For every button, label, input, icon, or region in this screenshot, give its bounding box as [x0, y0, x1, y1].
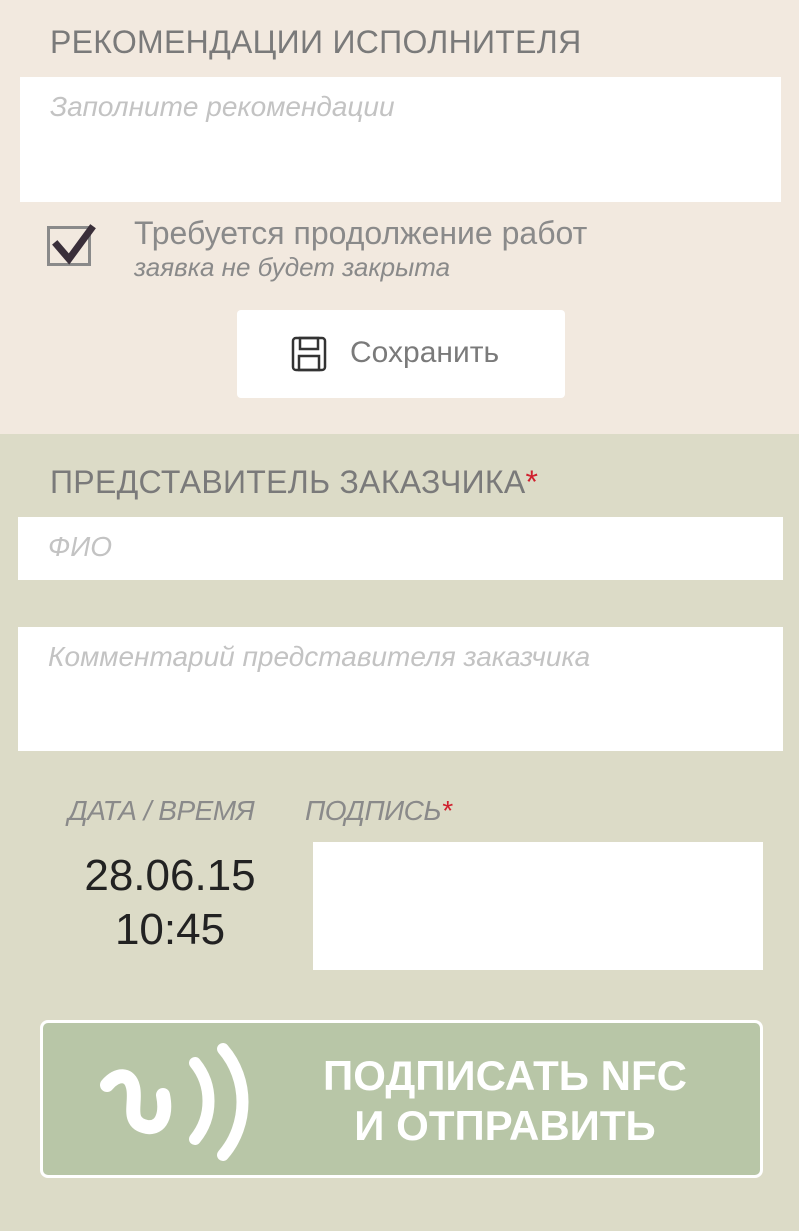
recommendations-field[interactable]: Заполните рекомендации — [20, 77, 781, 202]
continue-work-label: Требуется продолжение работ — [134, 215, 588, 251]
customer-heading-text: ПРЕДСТАВИТЕЛЬ ЗАКАЗЧИКА — [50, 464, 526, 500]
save-button-label: Сохранить — [350, 336, 500, 369]
nfc-icon — [100, 1043, 249, 1161]
nfc-button-line1: ПОДПИСАТЬ NFC — [323, 1052, 687, 1099]
nfc-button-line2: И ОТПРАВИТЬ — [354, 1102, 656, 1149]
datetime-label: ДАТА / ВРЕМЯ — [68, 795, 255, 826]
recommendations-placeholder: Заполните рекомендации — [50, 91, 395, 122]
customer-name-placeholder: ФИО — [48, 531, 113, 562]
customer-comment-placeholder: Комментарий представителя заказчика — [48, 641, 591, 672]
save-button[interactable]: Сохранить — [237, 310, 565, 398]
checkmark-icon — [52, 224, 96, 265]
time-value: 10:45 — [114, 905, 226, 954]
continue-work-sublabel: заявка не будет закрыта — [134, 252, 451, 282]
continue-work-checkbox[interactable] — [47, 224, 96, 266]
signature-label: ПОДПИСЬ* — [305, 795, 452, 827]
sign-nfc-send-button[interactable]: ПОДПИСАТЬ NFC И ОТПРАВИТЬ — [40, 1020, 763, 1178]
date-value: 28.06.15 — [84, 851, 256, 900]
floppy-disk-icon — [291, 336, 327, 372]
executor-section: РЕКОМЕНДАЦИИ ИСПОЛНИТЕЛЯ Заполните реком… — [0, 0, 799, 434]
signature-label-text: ПОДПИСЬ — [305, 795, 442, 826]
executor-heading: РЕКОМЕНДАЦИИ ИСПОЛНИТЕЛЯ — [50, 24, 582, 60]
customer-name-field[interactable]: ФИО — [18, 517, 783, 580]
nfc-button-label: ПОДПИСАТЬ NFC И ОТПРАВИТЬ — [305, 1051, 705, 1151]
signature-required-mark: * — [441, 795, 452, 826]
required-mark: * — [525, 464, 539, 500]
customer-comment-field[interactable]: Комментарий представителя заказчика — [18, 627, 783, 751]
signature-pad[interactable] — [313, 842, 763, 970]
customer-heading: ПРЕДСТАВИТЕЛЬ ЗАКАЗЧИКА* — [50, 464, 538, 501]
